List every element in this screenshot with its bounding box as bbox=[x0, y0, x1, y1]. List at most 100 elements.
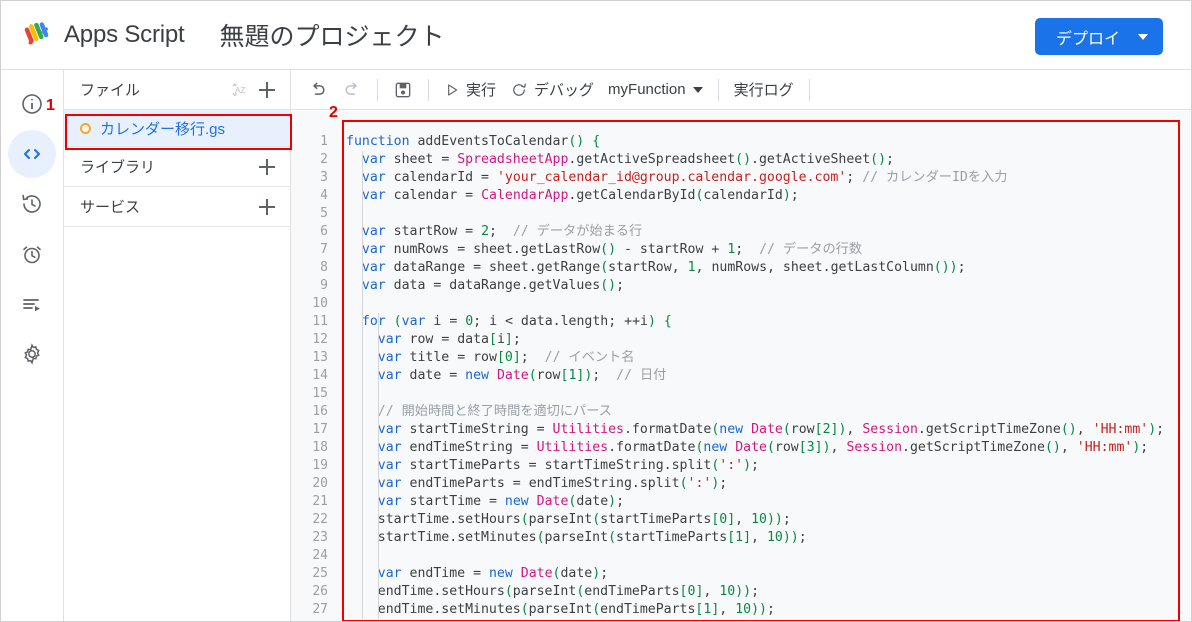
undo-button[interactable] bbox=[301, 75, 335, 105]
services-section-header[interactable]: サービス bbox=[64, 187, 290, 227]
libraries-header-label: ライブラリ bbox=[80, 159, 156, 176]
indent-guide bbox=[362, 151, 363, 619]
code-line: var endTimeString = Utilities.formatDate… bbox=[377, 440, 1149, 455]
sort-az-icon[interactable]: AZ bbox=[228, 77, 254, 103]
redo-button[interactable] bbox=[335, 75, 369, 105]
execution-log-label: 実行ログ bbox=[733, 82, 794, 99]
sidebar-item-editor[interactable] bbox=[8, 130, 56, 178]
run-button[interactable]: 実行 bbox=[437, 75, 503, 105]
toolbar-divider bbox=[808, 78, 810, 101]
sidebar-item-executions[interactable] bbox=[8, 280, 56, 328]
function-select[interactable]: myFunction bbox=[601, 75, 710, 105]
file-list-item-calendar-migration[interactable]: カレンダー移行.gs bbox=[64, 110, 290, 147]
code-line: var startTime = new Date(date); bbox=[377, 494, 625, 509]
code-line: var sheet = SpreadsheetApp.getActiveSpre… bbox=[361, 152, 894, 167]
libraries-section-header[interactable]: ライブラリ bbox=[64, 147, 290, 187]
services-header-label: サービス bbox=[80, 199, 141, 216]
toolbar-divider bbox=[428, 78, 429, 101]
indent-guide bbox=[378, 313, 379, 619]
file-name-label: カレンダー移行.gs bbox=[100, 120, 226, 138]
line-number: 9 bbox=[320, 278, 328, 293]
line-number: 13 bbox=[312, 350, 328, 365]
line-number: 3 bbox=[320, 170, 328, 185]
execution-log-button[interactable]: 実行ログ bbox=[727, 75, 801, 105]
files-header-label: ファイル bbox=[80, 82, 141, 99]
apps-script-window: Apps Script 無題のプロジェクト デプロイ ファイル AZ カレンダー… bbox=[0, 0, 1192, 622]
line-number: 19 bbox=[312, 458, 328, 473]
code-line: var startTimeString = Utilities.formatDa… bbox=[377, 422, 1165, 437]
files-section-header[interactable]: ファイル AZ bbox=[64, 70, 290, 110]
code-line: startTime.setMinutes(parseInt(startTimeP… bbox=[377, 530, 807, 545]
line-number: 25 bbox=[312, 566, 328, 581]
alarm-clock-icon bbox=[23, 246, 41, 264]
save-button[interactable] bbox=[386, 75, 420, 105]
add-file-button[interactable] bbox=[254, 77, 280, 103]
debug-button[interactable]: デバッグ bbox=[503, 75, 601, 105]
deploy-button[interactable]: デプロイ bbox=[1034, 18, 1163, 55]
line-number: 16 bbox=[312, 404, 328, 419]
chevron-down-icon bbox=[1138, 33, 1148, 40]
run-button-label: 実行 bbox=[466, 82, 497, 99]
code-line: var calendar = CalendarApp.getCalendarBy… bbox=[361, 188, 799, 203]
code-line: var data = dataRange.getValues(); bbox=[361, 278, 625, 293]
gear-icon bbox=[24, 343, 40, 365]
executions-icon bbox=[23, 299, 40, 312]
code-line: // 開始時間と終了時間を適切にパース bbox=[377, 404, 612, 419]
code-line: var endTimeParts = endTimeString.split('… bbox=[377, 476, 728, 491]
apps-script-logo-icon bbox=[24, 22, 49, 45]
code-line: var title = row[0]; // イベント名 bbox=[377, 350, 635, 365]
plus-icon bbox=[259, 158, 275, 175]
sidebar-item-history[interactable] bbox=[8, 180, 56, 228]
plus-icon bbox=[259, 81, 275, 98]
line-number: 22 bbox=[312, 512, 328, 527]
file-panel: ファイル AZ カレンダー移行.gs ライブラリ サービス bbox=[64, 70, 291, 621]
history-icon bbox=[22, 194, 41, 213]
sidebar-item-overview[interactable] bbox=[8, 80, 56, 128]
add-service-button[interactable] bbox=[254, 194, 280, 220]
overview-icon bbox=[22, 94, 42, 114]
debug-icon bbox=[513, 83, 526, 96]
play-icon bbox=[448, 83, 458, 96]
line-number: 24 bbox=[312, 548, 328, 563]
debug-button-label: デバッグ bbox=[534, 82, 595, 99]
line-number: 2 bbox=[320, 152, 328, 167]
line-number: 15 bbox=[312, 386, 328, 401]
editor-toolbar: 実行 デバッグ myFunction 実行ログ bbox=[291, 70, 1191, 110]
code-editor[interactable]: 1 2 3 4 5 6 7 8 9 10 11 12 13 14 15 16 17 18 19 20 21 22 23 24 2… bbox=[291, 111, 1191, 621]
line-number: 26 bbox=[312, 584, 328, 599]
line-number: 5 bbox=[320, 206, 328, 221]
chevron-down-icon bbox=[692, 86, 703, 93]
plus-icon bbox=[259, 198, 275, 215]
code-line: endTime.setHours(parseInt(endTimeParts[0… bbox=[377, 584, 760, 599]
code-line: function addEventsToCalendar() { bbox=[346, 134, 601, 149]
line-number: 20 bbox=[312, 476, 328, 491]
editor-icon bbox=[24, 149, 40, 159]
code-line: var row = data[i]; bbox=[377, 332, 521, 347]
line-number: 1 bbox=[320, 134, 328, 149]
code-content[interactable]: function addEventsToCalendar() { var she… bbox=[338, 111, 1191, 621]
apps-script-logo[interactable]: Apps Script bbox=[23, 20, 185, 50]
line-number-gutter: 1 2 3 4 5 6 7 8 9 10 11 12 13 14 15 16 17 18 19 20 21 22 23 24 2… bbox=[291, 111, 338, 621]
line-number: 27 bbox=[312, 602, 328, 617]
code-line: startTime.setHours(parseInt(startTimePar… bbox=[377, 512, 791, 527]
code-line: for (var i = 0; i < data.length; ++i) { bbox=[361, 314, 672, 329]
add-library-button[interactable] bbox=[254, 154, 280, 180]
project-title[interactable]: 無題のプロジェクト bbox=[220, 17, 445, 53]
file-status-dot-icon bbox=[80, 122, 91, 134]
code-line: endTime.setMinutes(parseInt(endTimeParts… bbox=[377, 602, 775, 617]
line-number: 12 bbox=[312, 332, 328, 347]
line-number: 14 bbox=[312, 368, 328, 383]
sidebar-item-triggers[interactable] bbox=[8, 230, 56, 278]
line-number: 8 bbox=[320, 260, 328, 275]
line-number: 11 bbox=[312, 314, 328, 329]
code-line: var startRow = 2; // データが始まる行 bbox=[361, 224, 643, 239]
code-line: var startTimeParts = startTimeString.spl… bbox=[377, 458, 759, 473]
top-bar: Apps Script 無題のプロジェクト デプロイ bbox=[1, 1, 1191, 70]
sidebar-item-settings[interactable] bbox=[8, 330, 56, 378]
save-icon bbox=[395, 82, 411, 97]
line-number: 4 bbox=[320, 188, 328, 203]
